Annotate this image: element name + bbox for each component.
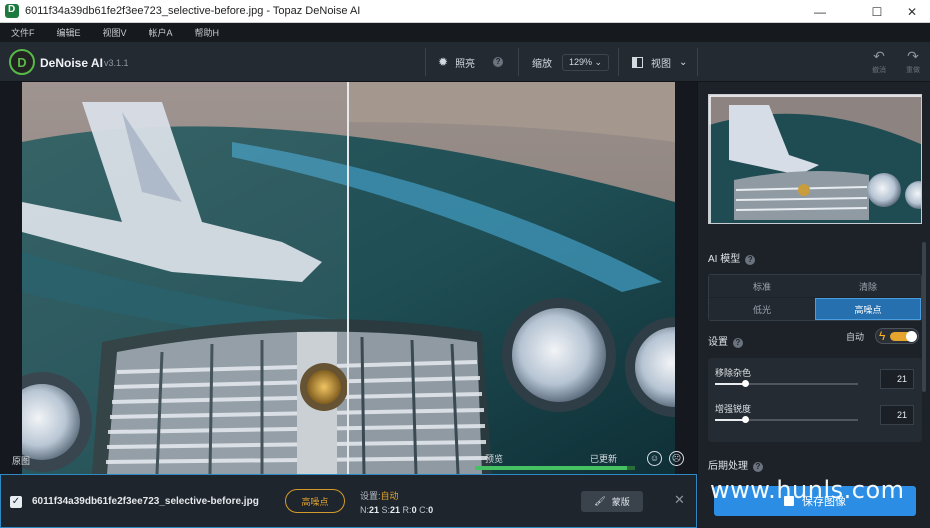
- watermark-text: www.hunls.com: [710, 476, 905, 504]
- stat-c: 0: [428, 505, 434, 515]
- menu-view[interactable]: 视图V: [103, 26, 127, 39]
- app-brand: DeNoise AI: [40, 56, 103, 70]
- zoom-control[interactable]: 缩放 129% ⌄: [532, 42, 610, 82]
- remove-noise-label: 移除杂色: [715, 368, 752, 378]
- navigator-thumbnail[interactable]: [708, 94, 922, 224]
- slider-fill: [715, 419, 746, 421]
- ai-model-help-icon[interactable]: ?: [745, 255, 756, 265]
- view-button[interactable]: 视图 ⌄: [632, 42, 687, 82]
- toolbar: D DeNoise AI v3.1.1 ✹ 照亮 ? 缩放 129% ⌄ 视图 …: [0, 42, 930, 82]
- toolbar-divider: [518, 48, 519, 76]
- file-checkbox[interactable]: ✓: [10, 496, 22, 508]
- settings-title: 设置?: [708, 333, 743, 348]
- panel-scrollbar[interactable]: [922, 242, 926, 392]
- split-divider-handle[interactable]: [347, 82, 349, 474]
- chevron-down-icon: ⌄: [594, 56, 603, 67]
- redo-button[interactable]: ↷ 重做: [898, 48, 928, 75]
- ai-model-selector: 标准 清除 低光 高噪点: [708, 274, 922, 321]
- zoom-select[interactable]: 129% ⌄: [562, 53, 610, 71]
- enhance-sharpness-slider[interactable]: [715, 416, 858, 423]
- toolbar-divider: [425, 48, 426, 76]
- mode-low-light[interactable]: 低光: [709, 298, 815, 320]
- right-panel: AI 模型? 标准 清除 低光 高噪点 设置? 自动 ϟ 移除杂色 21 增强锐…: [697, 82, 930, 528]
- redo-label: 重做: [906, 67, 920, 74]
- redo-icon: ↷: [907, 48, 919, 64]
- menu-account[interactable]: 帐户A: [149, 26, 173, 39]
- settings-title-text: 设置: [708, 337, 728, 348]
- processing-progress: [475, 466, 635, 470]
- undo-label: 撤消: [872, 67, 886, 74]
- app-version: v3.1.1: [104, 58, 129, 68]
- sun-icon: ✹: [438, 55, 449, 69]
- stat-r: 0: [411, 505, 417, 515]
- remove-file-icon[interactable]: ✕: [674, 492, 685, 508]
- postprocess-title: 后期处理?: [708, 457, 763, 472]
- lightning-icon: ϟ: [879, 329, 886, 343]
- slider-knob[interactable]: [742, 380, 750, 387]
- frown-icon[interactable]: ☹: [669, 451, 684, 466]
- window-title: 6011f34a39db61fe2f3ee723_selective-befor…: [25, 5, 361, 17]
- slider-knob[interactable]: [742, 416, 750, 423]
- stat-n: 21: [369, 505, 380, 515]
- settings-help-icon[interactable]: ?: [733, 338, 743, 348]
- ai-model-title-text: AI 模型: [708, 254, 741, 265]
- zoom-label: 缩放: [532, 58, 552, 70]
- zoom-value: 129%: [569, 56, 593, 67]
- menu-help[interactable]: 帮助H: [195, 26, 220, 39]
- settings-value: 自动: [380, 491, 399, 501]
- undo-icon: ↶: [873, 48, 885, 64]
- brightness-label: 照亮: [455, 58, 476, 70]
- enhance-sharpness-value[interactable]: 21: [880, 405, 914, 425]
- postprocess-help-icon[interactable]: ?: [753, 462, 763, 472]
- original-tag: 原图: [12, 456, 31, 466]
- mode-severe-noise[interactable]: 高噪点: [815, 298, 921, 320]
- menu-file[interactable]: 文件F: [11, 26, 35, 39]
- file-name: 6011f34a39db61fe2f3ee723_selective-befor…: [32, 496, 259, 507]
- remove-noise-value[interactable]: 21: [880, 369, 914, 389]
- toolbar-divider: [618, 48, 619, 76]
- denoise-logo-icon: D: [9, 49, 35, 75]
- remove-noise-slider[interactable]: [715, 380, 858, 387]
- mask-button[interactable]: 🖌 蒙版: [581, 491, 643, 512]
- brightness-button[interactable]: ✹ 照亮 ?: [438, 42, 504, 82]
- app-icon: [5, 4, 19, 18]
- slider-fill: [715, 383, 746, 385]
- smile-icon[interactable]: ☺: [647, 451, 662, 466]
- mode-pill-button[interactable]: 高噪点: [285, 489, 345, 513]
- settings-sliders: 移除杂色 21 增强锐度 21: [708, 358, 922, 442]
- updated-tag: 已更新: [590, 454, 618, 464]
- menu-bar: 文件F 编辑E 视图V 帐户A 帮助H: [0, 23, 930, 42]
- preview-tag: 预览: [485, 454, 504, 464]
- brush-icon: 🖌: [594, 496, 606, 506]
- progress-fill: [475, 466, 627, 470]
- view-label: 视图: [651, 58, 671, 70]
- mode-clear[interactable]: 清除: [815, 275, 921, 297]
- postprocess-title-text: 后期处理: [708, 461, 748, 472]
- chevron-down-icon: ⌄: [679, 56, 688, 68]
- window-titlebar: 6011f34a39db61fe2f3ee723_selective-befor…: [0, 0, 930, 23]
- minimize-button[interactable]: —: [798, 0, 842, 23]
- mask-label: 蒙版: [611, 497, 630, 507]
- ai-model-title: AI 模型?: [708, 250, 756, 265]
- split-view-icon: [632, 56, 643, 68]
- menu-edit[interactable]: 编辑E: [57, 26, 81, 39]
- enhance-sharpness-label: 增强锐度: [715, 404, 752, 414]
- file-bar: ✓ 6011f34a39db61fe2f3ee723_selective-bef…: [0, 474, 697, 528]
- settings-summary: 设置:自动: [360, 489, 399, 502]
- brightness-help-icon[interactable]: ?: [493, 57, 504, 67]
- stat-s: 21: [390, 505, 401, 515]
- settings-label: 设置:: [360, 491, 381, 501]
- toggle-knob: [906, 331, 917, 342]
- toolbar-divider: [697, 48, 698, 76]
- close-button[interactable]: ✕: [890, 0, 930, 23]
- mode-standard[interactable]: 标准: [709, 275, 815, 297]
- undo-button[interactable]: ↶ 撤消: [864, 48, 894, 75]
- auto-label: 自动: [846, 332, 865, 342]
- auto-toggle[interactable]: ϟ: [875, 328, 919, 344]
- settings-stats: N:21 S:21 R:0 C:0: [360, 505, 434, 515]
